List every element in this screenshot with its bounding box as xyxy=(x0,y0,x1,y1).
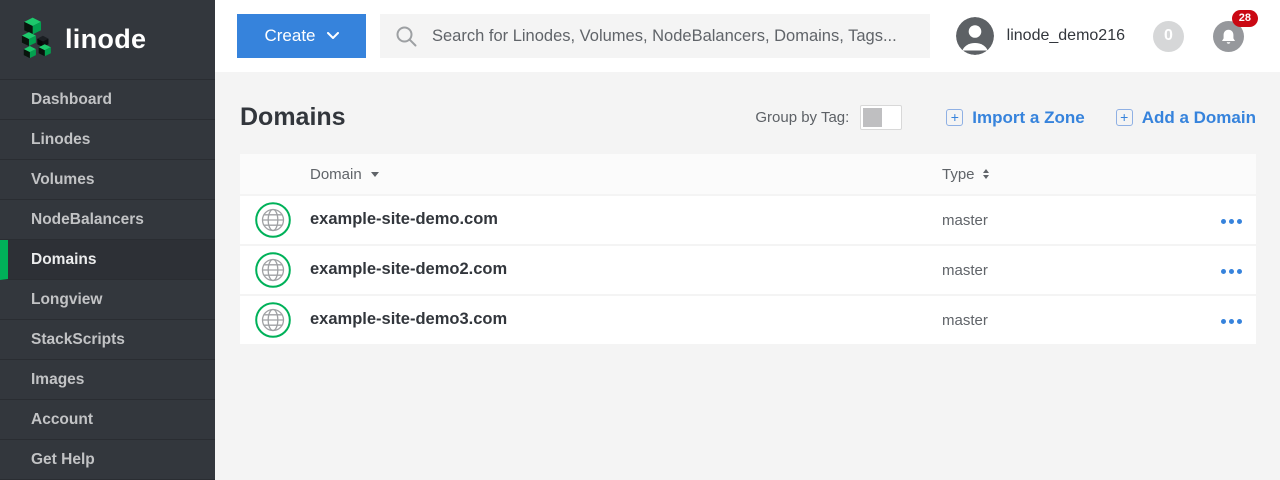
sidebar-item-images[interactable]: Images xyxy=(0,360,215,400)
column-header-domain-label: Domain xyxy=(310,166,362,183)
table-body: example-site-demo.com master example-sit… xyxy=(240,196,1256,344)
linode-logo-text: linode xyxy=(65,24,146,55)
table-row: example-site-demo2.com master xyxy=(240,246,1256,294)
table-header-row: Domain Type xyxy=(240,154,1256,194)
pending-actions-badge[interactable]: 0 xyxy=(1153,21,1184,52)
row-actions-button[interactable] xyxy=(1219,317,1244,326)
domain-link[interactable]: example-site-demo2.com xyxy=(310,260,507,279)
column-header-type-label: Type xyxy=(942,166,975,183)
table-row: example-site-demo.com master xyxy=(240,196,1256,244)
search-icon xyxy=(395,25,418,48)
page-title: Domains xyxy=(240,103,346,132)
sidebar-item-dashboard[interactable]: Dashboard xyxy=(0,80,215,120)
sidebar-item-label: Images xyxy=(31,371,84,389)
table-row: example-site-demo3.com master xyxy=(240,296,1256,344)
linode-logo[interactable]: linode xyxy=(0,0,215,80)
linode-logo-icon xyxy=(14,15,55,65)
sidebar-nav: Dashboard Linodes Volumes NodeBalancers … xyxy=(0,80,215,480)
domains-table: Domain Type example-site-demo.com master xyxy=(240,154,1256,344)
sidebar-item-nodebalancers[interactable]: NodeBalancers xyxy=(0,200,215,240)
column-header-domain[interactable]: Domain xyxy=(310,166,379,183)
sidebar-item-linodes[interactable]: Linodes xyxy=(0,120,215,160)
add-a-domain-label: Add a Domain xyxy=(1142,108,1256,128)
sidebar-item-longview[interactable]: Longview xyxy=(0,280,215,320)
toggle-knob xyxy=(863,108,882,127)
domain-type: master xyxy=(942,262,988,279)
sidebar-item-label: Dashboard xyxy=(31,91,112,109)
sidebar-item-label: StackScripts xyxy=(31,331,125,349)
column-header-type[interactable]: Type xyxy=(942,166,989,183)
row-actions-button[interactable] xyxy=(1219,267,1244,276)
notifications-button[interactable]: 28 xyxy=(1213,21,1244,52)
plus-icon: + xyxy=(1116,109,1133,126)
search-bar xyxy=(380,14,930,58)
sidebar-item-label: Get Help xyxy=(31,451,95,469)
sidebar-item-label: Account xyxy=(31,411,93,429)
sort-desc-icon xyxy=(371,172,379,177)
domain-link[interactable]: example-site-demo.com xyxy=(310,210,498,229)
notification-count-badge: 28 xyxy=(1232,10,1258,27)
sort-icon xyxy=(983,169,989,179)
globe-icon xyxy=(255,252,291,288)
import-a-zone-label: Import a Zone xyxy=(972,108,1084,128)
sidebar-item-label: Domains xyxy=(31,251,96,269)
sidebar-item-label: Linodes xyxy=(31,131,90,149)
sidebar-item-stackscripts[interactable]: StackScripts xyxy=(0,320,215,360)
domain-type: master xyxy=(942,212,988,229)
chevron-down-icon xyxy=(327,32,339,40)
group-by-tag-label: Group by Tag: xyxy=(755,109,849,126)
sidebar-item-label: NodeBalancers xyxy=(31,211,144,229)
sidebar-item-label: Longview xyxy=(31,291,102,309)
user-icon xyxy=(956,17,994,55)
user-cluster: linode_demo216 0 28 xyxy=(956,17,1244,55)
search-input[interactable] xyxy=(432,27,930,46)
username[interactable]: linode_demo216 xyxy=(1007,27,1125,45)
sidebar: linode Dashboard Linodes Volumes NodeBal… xyxy=(0,0,215,480)
topbar: Create linode_demo216 0 xyxy=(215,0,1280,72)
import-a-zone-link[interactable]: + Import a Zone xyxy=(946,108,1084,128)
globe-icon xyxy=(255,202,291,238)
create-button[interactable]: Create xyxy=(237,14,366,58)
add-a-domain-link[interactable]: + Add a Domain xyxy=(1116,108,1256,128)
domain-type: master xyxy=(942,312,988,329)
sidebar-item-get-help[interactable]: Get Help xyxy=(0,440,215,480)
sidebar-item-volumes[interactable]: Volumes xyxy=(0,160,215,200)
create-button-label: Create xyxy=(264,26,315,46)
bell-icon xyxy=(1219,28,1238,45)
plus-icon: + xyxy=(946,109,963,126)
domain-link[interactable]: example-site-demo3.com xyxy=(310,310,507,329)
sidebar-item-label: Volumes xyxy=(31,171,94,189)
row-actions-button[interactable] xyxy=(1219,217,1244,226)
group-by-tag-toggle[interactable] xyxy=(860,105,902,130)
globe-icon xyxy=(255,302,291,338)
main-content: Domains Group by Tag: + Import a Zone + … xyxy=(215,72,1280,480)
sidebar-item-domains[interactable]: Domains xyxy=(0,240,215,280)
sidebar-item-account[interactable]: Account xyxy=(0,400,215,440)
avatar[interactable] xyxy=(956,17,994,55)
